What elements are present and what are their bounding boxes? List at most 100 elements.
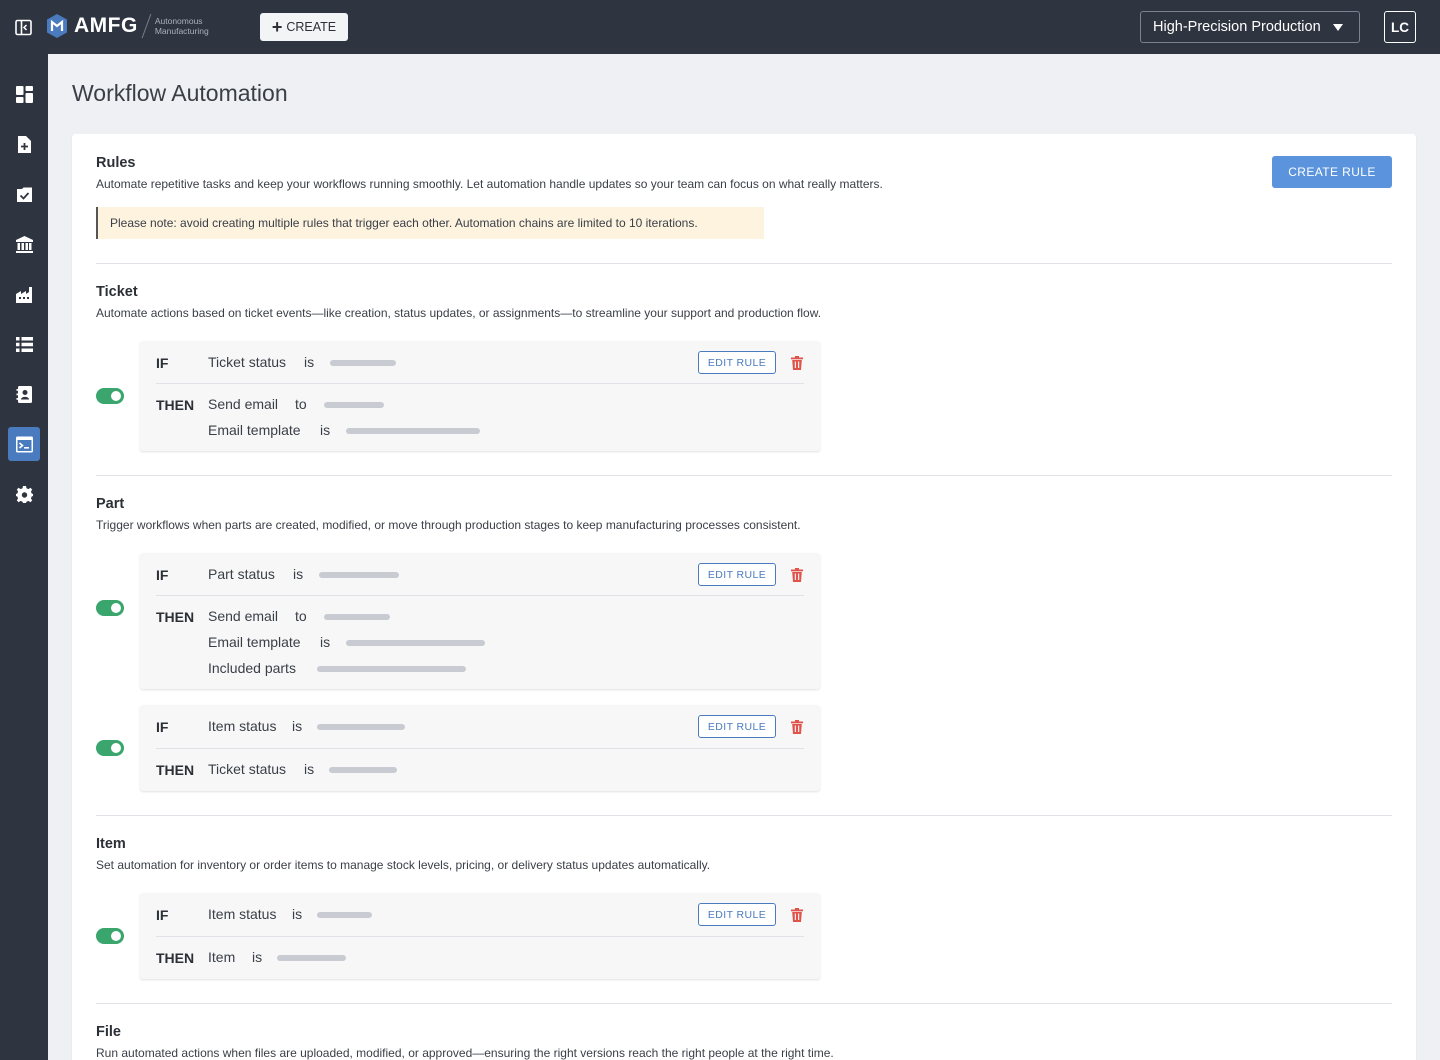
condition-field: Ticket status <box>208 354 287 370</box>
ticket-rule-1: IF Ticket status is EDIT RULE THEN Send … <box>140 341 820 451</box>
factory-icon <box>15 286 32 303</box>
item-rule-1-toggle[interactable] <box>96 928 124 944</box>
ticket-section-title: Ticket <box>96 284 138 300</box>
trash-icon[interactable] <box>791 568 803 582</box>
section-divider <box>96 263 1392 264</box>
section-divider <box>96 1003 1392 1004</box>
create-rule-button[interactable]: CREATE RULE <box>1272 156 1392 188</box>
gear-icon <box>15 485 33 503</box>
logo-subtitle-line2: Manufacturing <box>154 26 209 36</box>
if-keyword: IF <box>156 355 169 371</box>
create-button[interactable]: + CREATE <box>260 13 348 41</box>
action-operator: to <box>295 608 307 624</box>
plus-icon: + <box>271 17 283 37</box>
trash-icon[interactable] <box>791 356 803 370</box>
item-section-description: Set automation for inventory or order it… <box>96 858 711 872</box>
if-keyword: IF <box>156 567 169 583</box>
top-bar: AMFG Autonomous Manufacturing + CREATE H… <box>0 0 1440 54</box>
condition-operator: is <box>293 566 304 582</box>
sidebar-item-production[interactable] <box>8 277 40 311</box>
part-rule-2: IF Item status is EDIT RULE THEN Ticket … <box>140 705 820 791</box>
ticket-rule-1-toggle[interactable] <box>96 388 124 404</box>
sidebar-item-dashboard[interactable] <box>8 77 40 111</box>
rules-title: Rules <box>96 155 136 171</box>
logo-mark-icon <box>47 14 67 38</box>
part-rule-1: IF Part status is EDIT RULE THEN Send em… <box>140 553 820 689</box>
edit-rule-button[interactable]: EDIT RULE <box>698 715 776 738</box>
section-divider <box>96 475 1392 476</box>
building-icon <box>15 235 33 253</box>
part-section-title: Part <box>96 496 125 512</box>
sidebar-toggle-icon[interactable] <box>15 19 32 36</box>
condition-field: Part status <box>208 566 275 582</box>
condition-field: Item status <box>208 906 277 922</box>
action-field: Send email <box>208 396 279 412</box>
sidebar-item-settings[interactable] <box>8 477 40 511</box>
action-field: Email template <box>208 422 301 438</box>
then-keyword: THEN <box>156 609 195 625</box>
trash-icon[interactable] <box>791 908 803 922</box>
action-value-placeholder <box>346 640 485 646</box>
action-field: Item <box>208 949 236 965</box>
condition-operator: is <box>292 718 303 734</box>
file-section-description: Run automated actions when files are upl… <box>96 1046 834 1060</box>
caret-down-icon <box>1333 24 1343 31</box>
condition-value-placeholder <box>317 912 372 918</box>
section-divider <box>96 815 1392 816</box>
action-operator: is <box>320 634 331 650</box>
part-rule-1-toggle[interactable] <box>96 600 124 616</box>
condition-value-placeholder <box>319 572 399 578</box>
rules-note: Please note: avoid creating multiple rul… <box>96 207 764 239</box>
rule-separator <box>156 748 804 749</box>
condition-operator: is <box>304 354 315 370</box>
logo-text: AMFG <box>74 14 138 37</box>
action-operator: is <box>320 422 331 438</box>
create-button-label: CREATE <box>286 20 337 34</box>
condition-operator: is <box>292 906 303 922</box>
sidebar <box>0 54 48 1060</box>
sidebar-item-new-quote[interactable] <box>8 127 40 161</box>
edit-rule-button[interactable]: EDIT RULE <box>698 903 776 926</box>
trash-icon[interactable] <box>791 720 803 734</box>
item-rule-1: IF Item status is EDIT RULE THEN Item is <box>140 893 820 979</box>
action-field: Email template <box>208 634 301 650</box>
edit-rule-button[interactable]: EDIT RULE <box>698 563 776 586</box>
action-value-placeholder <box>277 955 346 961</box>
then-keyword: THEN <box>156 397 195 413</box>
workspace-select-value: High-Precision Production <box>1153 19 1321 35</box>
action-field: Included parts <box>208 660 296 676</box>
rule-separator <box>156 383 804 384</box>
if-keyword: IF <box>156 907 169 923</box>
part-section-description: Trigger workflows when parts are created… <box>96 518 801 532</box>
condition-field: Item status <box>208 718 277 734</box>
item-section-title: Item <box>96 836 126 852</box>
page-title: Workflow Automation <box>72 80 288 106</box>
sidebar-item-organizations[interactable] <box>8 227 40 261</box>
workspace-select[interactable]: High-Precision Production <box>1140 11 1360 43</box>
logo-separator <box>141 14 152 38</box>
edit-rule-button[interactable]: EDIT RULE <box>698 351 776 374</box>
file-section-title: File <box>96 1024 121 1040</box>
action-value-placeholder <box>324 402 384 408</box>
user-avatar[interactable]: LC <box>1384 11 1416 43</box>
action-operator: is <box>304 761 315 777</box>
logo-subtitle-line1: Autonomous <box>154 16 203 26</box>
action-operator: to <box>295 396 307 412</box>
rules-card: Rules Automate repetitive tasks and keep… <box>72 134 1416 1060</box>
condition-value-placeholder <box>330 360 396 366</box>
action-operator: is <box>252 949 263 965</box>
part-rule-2-toggle[interactable] <box>96 740 124 756</box>
action-field: Ticket status <box>208 761 287 777</box>
sidebar-item-workflow-automation[interactable] <box>8 427 40 461</box>
sidebar-item-contacts[interactable] <box>8 377 40 411</box>
then-keyword: THEN <box>156 950 195 966</box>
add-document-icon <box>17 135 31 153</box>
logo[interactable]: AMFG Autonomous Manufacturing <box>46 13 225 39</box>
rules-description: Automate repetitive tasks and keep your … <box>96 177 883 191</box>
condition-value-placeholder <box>317 724 405 730</box>
checklist-icon <box>16 187 32 202</box>
rule-separator <box>156 936 804 937</box>
sidebar-item-list[interactable] <box>8 327 40 361</box>
sidebar-item-orders[interactable] <box>8 177 40 211</box>
action-value-placeholder <box>329 767 397 773</box>
